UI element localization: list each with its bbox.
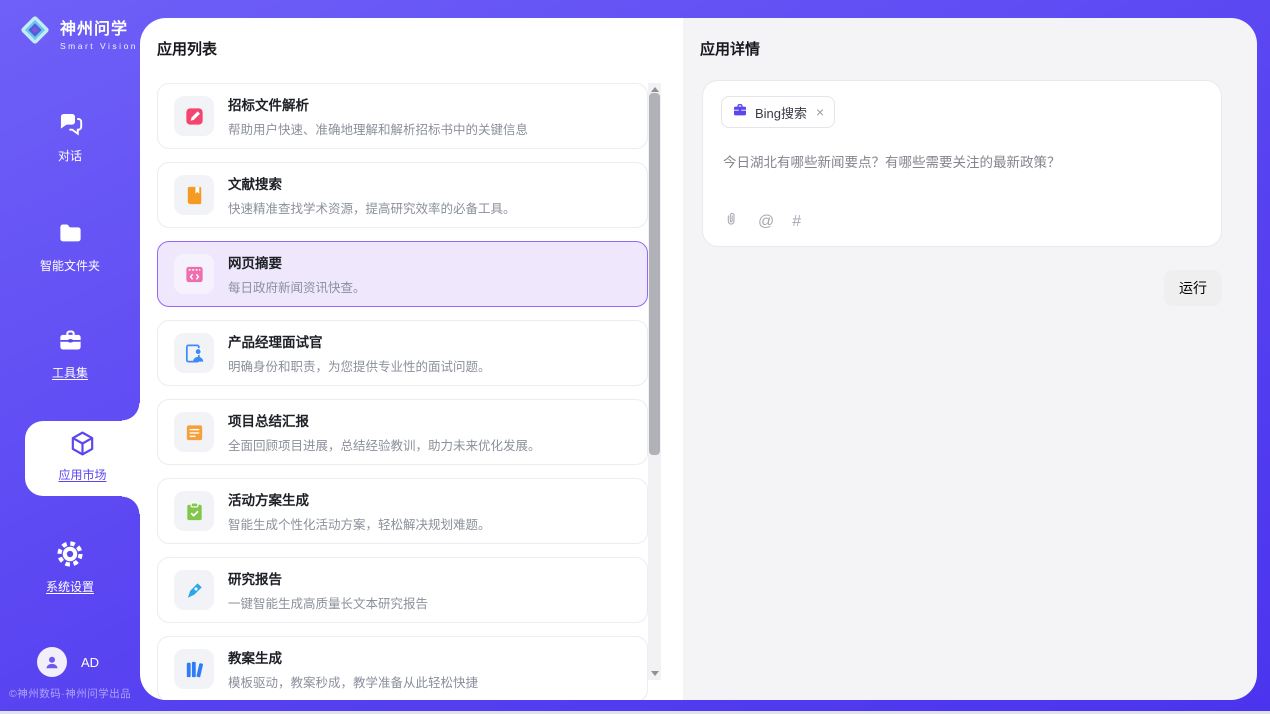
pen-icon xyxy=(174,570,214,610)
app-card-title: 招标文件解析 xyxy=(228,94,528,114)
app-card[interactable]: 教案生成 模板驱动，教案秒成，教学准备从此轻松快捷 xyxy=(157,636,648,700)
clipboard-check-icon xyxy=(174,491,214,531)
app-card-description: 一键智能生成高质量长文本研究报告 xyxy=(228,593,428,612)
app-detail-title: 应用详情 xyxy=(700,38,760,59)
main-window: 应用列表 招标文件解析 帮助用户快速、准确地理解和解析招标书中的关键信息 文献搜… xyxy=(140,18,1257,700)
user-avatar-icon xyxy=(37,647,67,677)
app-card-title: 项目总结汇报 xyxy=(228,410,541,430)
app-card-description: 模板驱动，教案秒成，教学准备从此轻松快捷 xyxy=(228,672,478,691)
app-card[interactable]: 招标文件解析 帮助用户快速、准确地理解和解析招标书中的关键信息 xyxy=(157,83,648,149)
bubble-top-curve xyxy=(122,403,140,421)
app-card-title: 产品经理面试官 xyxy=(228,331,491,351)
app-card-title: 活动方案生成 xyxy=(228,489,491,509)
app-list: 招标文件解析 帮助用户快速、准确地理解和解析招标书中的关键信息 文献搜索 快速精… xyxy=(157,83,648,700)
app-card-description: 明确身份和职责，为您提供专业性的面试问题。 xyxy=(228,356,491,375)
sidebar-item-label: 应用市场 xyxy=(25,466,140,483)
scrollbar-track[interactable] xyxy=(648,83,661,680)
brand-name: 神州问学 xyxy=(60,21,128,38)
user-account[interactable]: AD xyxy=(37,647,99,677)
bubble-bottom-curve xyxy=(122,496,140,514)
app-card[interactable]: 研究报告 一键智能生成高质量长文本研究报告 xyxy=(157,557,648,623)
scrollbar-thumb[interactable] xyxy=(649,93,660,455)
tool-tag-bing-search[interactable]: Bing搜索 × xyxy=(721,96,835,128)
prompt-input[interactable]: 今日湖北有哪些新闻要点？有哪些需要关注的最新政策？ xyxy=(723,151,1201,171)
app-card[interactable]: 项目总结汇报 全面回顾项目进展，总结经验教训，助力未来优化发展。 xyxy=(157,399,648,465)
books-icon xyxy=(174,649,214,689)
copyright-footer: ©神州数码·神州问学出品 xyxy=(9,686,131,701)
app-card-description: 每日政府新闻资讯快查。 xyxy=(228,277,366,296)
calendar-icon xyxy=(174,412,214,452)
prompt-toolbar: @ # xyxy=(723,211,801,233)
sidebar-item-smart-folder[interactable]: 智能文件夹 xyxy=(0,220,140,274)
close-icon[interactable]: × xyxy=(816,105,824,119)
scroll-down-icon[interactable] xyxy=(651,671,659,676)
brand-subtitle: Smart Vision xyxy=(60,41,138,51)
app-card[interactable]: 网页摘要 每日政府新闻资讯快查。 xyxy=(157,241,648,307)
app-card[interactable]: 文献搜索 快速精准查找学术资源，提高研究效率的必备工具。 xyxy=(157,162,648,228)
interviewer-icon xyxy=(174,333,214,373)
sidebar-item-label: 对话 xyxy=(0,147,140,164)
toolbox-icon xyxy=(57,341,84,358)
sidebar-item-app-market-selected[interactable]: 应用市场 xyxy=(25,421,140,496)
scroll-up-icon[interactable] xyxy=(651,87,659,92)
app-card-description: 快速精准查找学术资源，提高研究效率的必备工具。 xyxy=(228,198,516,217)
sidebar: 神州问学 Smart Vision 对话 智能文件夹 xyxy=(0,0,140,711)
app-card-title: 研究报告 xyxy=(228,568,428,588)
app-card-description: 智能生成个性化活动方案，轻松解决规划难题。 xyxy=(228,514,491,533)
browser-icon xyxy=(174,254,214,294)
app-card-title: 网页摘要 xyxy=(228,252,366,272)
folder-icon xyxy=(57,234,84,251)
app-card[interactable]: 产品经理面试官 明确身份和职责，为您提供专业性的面试问题。 xyxy=(157,320,648,386)
book-icon xyxy=(174,175,214,215)
app-card-description: 全面回顾项目进展，总结经验教训，助力未来优化发展。 xyxy=(228,435,541,454)
app-card-description: 帮助用户快速、准确地理解和解析招标书中的关键信息 xyxy=(228,119,528,138)
chat-icon xyxy=(57,124,84,141)
gear-icon xyxy=(56,555,84,572)
edit-icon xyxy=(174,96,214,136)
app-card-title: 文献搜索 xyxy=(228,173,516,193)
briefcase-icon xyxy=(732,102,748,123)
sidebar-item-settings[interactable]: 系统设置 xyxy=(0,540,140,595)
attachment-icon[interactable] xyxy=(723,211,740,233)
prompt-card: Bing搜索 × 今日湖北有哪些新闻要点？有哪些需要关注的最新政策？ @ # xyxy=(702,80,1222,247)
run-button[interactable]: 运行 xyxy=(1164,270,1222,306)
user-name: AD xyxy=(81,655,99,670)
app-detail-panel: 应用详情 Bing搜索 × 今日湖北有哪些新闻要点？有哪些需要关注的最新政策？ xyxy=(683,18,1257,700)
tool-tag-label: Bing搜索 xyxy=(755,103,807,122)
cube-icon xyxy=(68,445,97,462)
sidebar-item-label: 智能文件夹 xyxy=(0,257,140,274)
sidebar-item-toolset[interactable]: 工具集 xyxy=(0,327,140,381)
hash-icon[interactable]: # xyxy=(792,213,801,231)
app-list-title: 应用列表 xyxy=(157,38,217,59)
app-list-panel: 应用列表 招标文件解析 帮助用户快速、准确地理解和解析招标书中的关键信息 文献搜… xyxy=(140,18,683,700)
sidebar-item-label: 系统设置 xyxy=(0,578,140,595)
brand-logo: 神州问学 Smart Vision xyxy=(16,11,138,54)
diamond-logo-icon xyxy=(16,11,54,54)
app-card[interactable]: 活动方案生成 智能生成个性化活动方案，轻松解决规划难题。 xyxy=(157,478,648,544)
sidebar-item-chat[interactable]: 对话 xyxy=(0,110,140,164)
app-card-title: 教案生成 xyxy=(228,647,478,667)
sidebar-item-label: 工具集 xyxy=(0,364,140,381)
mention-icon[interactable]: @ xyxy=(758,213,774,231)
